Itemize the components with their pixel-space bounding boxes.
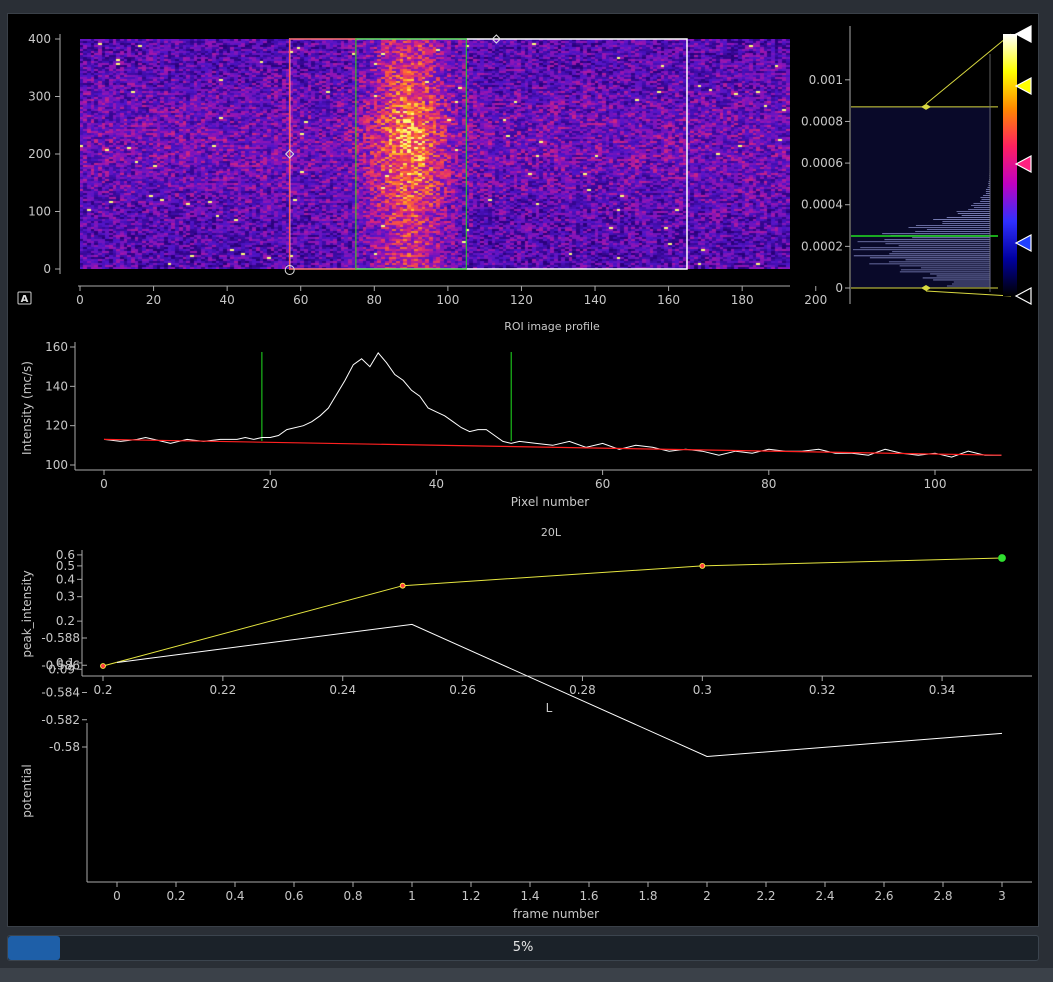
x-tick-label: 2.4 [815,889,834,903]
x-tick-label: 0 [76,293,84,307]
y-tick-label: -0.584 [41,686,80,700]
heatmap-canvas-wrap [80,39,790,269]
x-tick-label: 0.2 [166,889,185,903]
x-tick-label: 80 [761,477,776,491]
y-tick-label: 160 [45,340,68,354]
y-tick-label: 100 [45,458,68,472]
y-tick-label: 200 [28,147,51,161]
y-tick-label: 0.3 [56,590,75,604]
x-tick-label: 60 [595,477,610,491]
x-tick-label: 0.8 [343,889,362,903]
hist-y-tick-label: 0.001 [809,73,843,87]
x-tick-label: 60 [293,293,308,307]
y-tick-label: 140 [45,379,68,393]
x-tick-label: 1.6 [579,889,598,903]
x-tick-label: 0.4 [225,889,244,903]
heatmap-image[interactable] [80,39,790,269]
x-tick-label: 1.8 [638,889,657,903]
x-tick-label: 0.34 [929,683,956,697]
y-tick-label: -0.586 [41,658,80,672]
x-tick-label: 3 [998,889,1006,903]
x-tick-label: 40 [429,477,444,491]
y-tick-label: -0.588 [41,631,80,645]
y-tick-label: 100 [28,205,51,219]
x-tick-label: 180 [731,293,754,307]
x-tick-label: 0.24 [329,683,356,697]
y-tick-label: 0.2 [56,614,75,628]
x-tick-label: 0.22 [210,683,237,697]
x-tick-label: 0.32 [809,683,836,697]
x-tick-label: 2.6 [874,889,893,903]
progress-bar: 5% [7,935,1039,961]
hist-y-tick-label: 0.0008 [801,114,843,128]
peak-plot-xlabel: L [546,701,553,715]
x-tick-label: 40 [220,293,235,307]
x-tick-label: 0 [100,477,108,491]
hist-y-tick-label: 0.0002 [801,239,843,253]
peak-point [699,562,706,569]
x-tick-label: 1.4 [520,889,539,903]
y-tick-label: 0.6 [56,548,75,562]
x-tick-label: 80 [367,293,382,307]
potential-plot-xlabel: frame number [513,907,599,921]
y-tick-label: 120 [45,419,68,433]
x-tick-label: 140 [584,293,607,307]
x-tick-label: 200 [804,293,827,307]
x-tick-label: 2 [703,889,711,903]
x-tick-label: 2.8 [933,889,952,903]
x-tick-label: 0.3 [693,683,712,697]
hist-y-tick-label: 0 [835,281,843,295]
x-tick-label: 100 [924,477,947,491]
x-tick-label: 160 [657,293,680,307]
y-tick-label: -0.58 [49,740,80,754]
x-tick-label: 2.2 [756,889,775,903]
peak-plot-title: 20L [541,526,562,539]
x-tick-label: 120 [510,293,533,307]
auto-range-label: A [21,294,29,305]
heatmap-canvas [80,39,790,269]
x-tick-label: 20 [263,477,278,491]
x-tick-label: 0.6 [284,889,303,903]
x-tick-label: 1.2 [461,889,480,903]
y-tick-label: -0.582 [41,713,80,727]
hist-y-tick-label: 0.0006 [801,156,843,170]
y-tick-label: 300 [28,90,51,104]
roi-profile-ylabel: Intensity (mc/s) [20,361,34,455]
peak-plot-ylabel: peak_intensity [20,570,34,657]
x-tick-label: 0.2 [93,683,112,697]
roi-profile-title: ROI image profile [504,320,600,333]
main-panel: 0 20 40 60 80 100 120 140 160 180 200 0 100 200 300 400… [7,13,1039,927]
x-tick-label: 100 [436,293,459,307]
x-tick-label: 0 [113,889,121,903]
hist-level-region [851,106,991,288]
x-tick-label: 0.28 [569,683,596,697]
potential-plot-ylabel: potential [20,764,34,817]
lut-gradient-bar [1003,34,1017,296]
roi-profile-xlabel: Pixel number [511,495,589,509]
y-tick-label: 400 [28,32,51,46]
y-tick-label: 0 [43,262,51,276]
plots-canvas: 0 20 40 60 80 100 120 140 160 180 2000100200300400… [8,14,1038,926]
peak-point [100,663,106,669]
progress-label: 5% [512,940,534,955]
peak-point-current [998,554,1006,562]
x-tick-label: 1 [408,889,416,903]
x-tick-label: 20 [146,293,161,307]
status-strip [0,968,1053,982]
peak-point [399,582,406,589]
hist-y-tick-label: 0.0004 [801,198,843,212]
y-tick-label: 0.4 [56,572,75,586]
x-tick-label: 0.26 [449,683,476,697]
